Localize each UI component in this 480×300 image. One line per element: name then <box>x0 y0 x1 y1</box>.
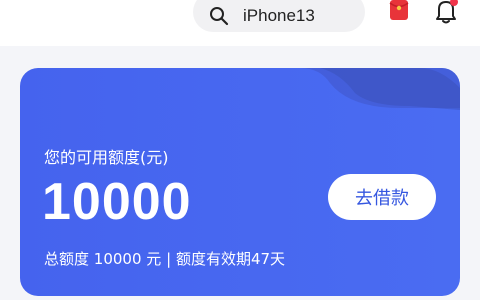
top-bar: iPhone13 <box>0 0 480 46</box>
credit-validity: 额度有效期47天 <box>175 250 286 268</box>
total-credit-label: 总额度 <box>44 250 90 268</box>
total-credit-unit: 元 <box>146 250 162 268</box>
search-bar[interactable]: iPhone13 <box>193 0 365 32</box>
search-icon <box>210 7 229 26</box>
search-query: iPhone13 <box>243 6 315 25</box>
red-packet-icon[interactable] <box>388 0 410 22</box>
borrow-button[interactable]: 去借款 <box>328 174 436 220</box>
bell-icon[interactable] <box>432 0 462 26</box>
summary-separator: | <box>166 250 172 268</box>
credit-summary: 总额度 10000 元 | 额度有效期47天 <box>44 248 285 269</box>
available-credit-amount: 10000 <box>42 173 192 231</box>
available-credit-label: 您的可用额度(元) <box>44 148 169 167</box>
total-credit-amount: 10000 <box>93 250 142 268</box>
credit-limit-card: 您的可用额度(元) 10000 去借款 总额度 10000 元 | 额度有效期4… <box>20 68 460 296</box>
